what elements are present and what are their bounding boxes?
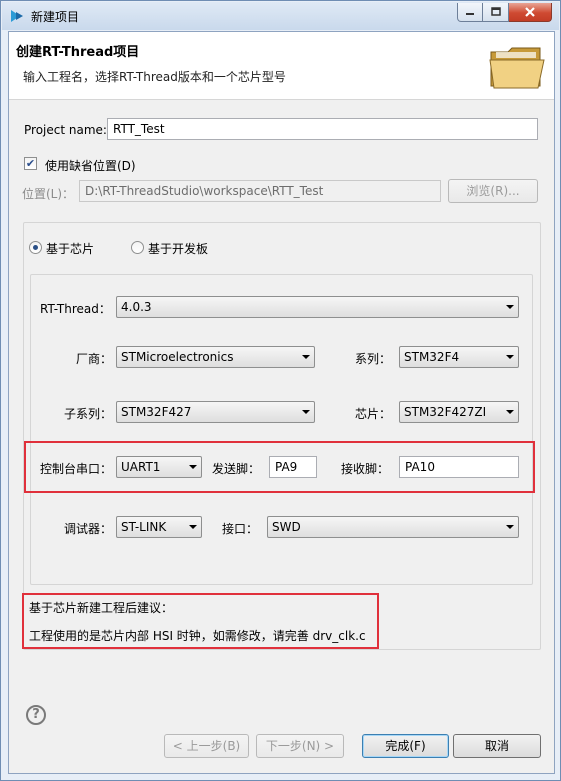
chevron-down-icon: [506, 410, 514, 414]
vendor-combo[interactable]: STMicroelectronics: [116, 346, 315, 368]
subseries-label: 子系列：: [64, 407, 113, 421]
chevron-down-icon: [302, 410, 310, 414]
interface-combo[interactable]: SWD: [267, 516, 519, 538]
chip-radio[interactable]: [29, 241, 42, 254]
window-title: 新建项目: [31, 10, 80, 24]
rtthread-version-value: 4.0.3: [121, 300, 152, 314]
subseries-combo[interactable]: STM32F427: [116, 401, 315, 423]
rx-pin-label: 接收脚：: [341, 462, 390, 476]
board-radio-label: 基于开发板: [148, 242, 209, 256]
close-icon: [525, 7, 535, 17]
maximize-icon: [490, 7, 501, 16]
chip-label: 芯片：: [355, 407, 392, 421]
project-name-label: Project name:: [24, 123, 107, 137]
debugger-combo[interactable]: ST-LINK: [116, 516, 202, 538]
advice-text: 工程使用的是芯片内部 HSI 时钟，如需修改，请完善 drv_clk.c: [29, 629, 366, 643]
minimize-icon: [466, 13, 474, 15]
series-label: 系列：: [355, 352, 392, 366]
location-input[interactable]: D:\RT-ThreadStudio\workspace\RTT_Test: [79, 180, 441, 202]
cancel-button[interactable]: 取消: [453, 734, 541, 758]
console-port-combo[interactable]: UART1: [116, 456, 202, 478]
chip-value: STM32F427ZI: [404, 405, 487, 419]
chevron-down-icon: [506, 525, 514, 529]
interface-value: SWD: [272, 520, 301, 534]
console-port-label: 控制台串口：: [40, 462, 113, 476]
chevron-down-icon: [189, 525, 197, 529]
use-default-location-label: 使用缺省位置(D): [45, 159, 136, 173]
vendor-value: STMicroelectronics: [121, 350, 234, 364]
rtthread-label: RT-Thread：: [40, 302, 111, 316]
subseries-value: STM32F427: [121, 405, 192, 419]
debugger-label: 调试器：: [64, 522, 113, 536]
title-bar[interactable]: 新建项目: [2, 2, 559, 30]
rtthread-version-combo[interactable]: 4.0.3: [116, 296, 519, 318]
series-value: STM32F4: [404, 350, 460, 364]
dialog-client-area: 创建RT-Thread项目 输入工程名，选择RT-Thread版本和一个芯片型号…: [8, 31, 555, 774]
chevron-down-icon: [302, 355, 310, 359]
chevron-down-icon: [189, 465, 197, 469]
page-title: 创建RT-Thread项目: [16, 45, 140, 60]
new-project-window: 新建项目 创建RT-Thread项目 输入工程名，选择RT-Thread版本和一…: [0, 0, 561, 781]
chevron-down-icon: [506, 355, 514, 359]
browse-button[interactable]: 浏览(R)...: [448, 179, 538, 203]
header-banner: 创建RT-Thread项目 输入工程名，选择RT-Thread版本和一个芯片型号: [9, 32, 554, 100]
chevron-down-icon: [506, 305, 514, 309]
chip-combo[interactable]: STM32F427ZI: [399, 401, 519, 423]
vendor-label: 厂商：: [76, 352, 113, 366]
help-icon[interactable]: ?: [26, 705, 46, 725]
chip-config-panel: [30, 274, 533, 585]
console-port-value: UART1: [121, 460, 161, 474]
minimize-button[interactable]: [457, 3, 483, 22]
next-button[interactable]: 下一步(N) >: [256, 734, 344, 758]
back-button[interactable]: < 上一步(B): [164, 734, 249, 758]
radio-selected-dot: [33, 245, 38, 250]
advice-title: 基于芯片新建工程后建议：: [29, 601, 174, 615]
use-default-location-checkbox[interactable]: ✔: [24, 157, 37, 170]
rx-pin-input[interactable]: PA10: [399, 456, 519, 478]
page-description: 输入工程名，选择RT-Thread版本和一个芯片型号: [23, 70, 286, 84]
series-combo[interactable]: STM32F4: [399, 346, 519, 368]
debugger-value: ST-LINK: [121, 520, 167, 534]
chip-radio-label: 基于芯片: [46, 242, 95, 256]
interface-label: 接口：: [222, 522, 259, 536]
maximize-button[interactable]: [483, 3, 509, 22]
location-label: 位置(L)：: [22, 187, 75, 201]
finish-button[interactable]: 完成(F): [362, 734, 449, 758]
close-button[interactable]: [509, 3, 552, 22]
tx-pin-input[interactable]: PA9: [269, 456, 317, 478]
board-radio[interactable]: [131, 241, 144, 254]
rt-thread-studio-icon: [11, 10, 23, 22]
tx-pin-label: 发送脚：: [212, 462, 261, 476]
folder-icon: [489, 47, 545, 89]
project-name-input[interactable]: RTT_Test: [107, 118, 538, 140]
